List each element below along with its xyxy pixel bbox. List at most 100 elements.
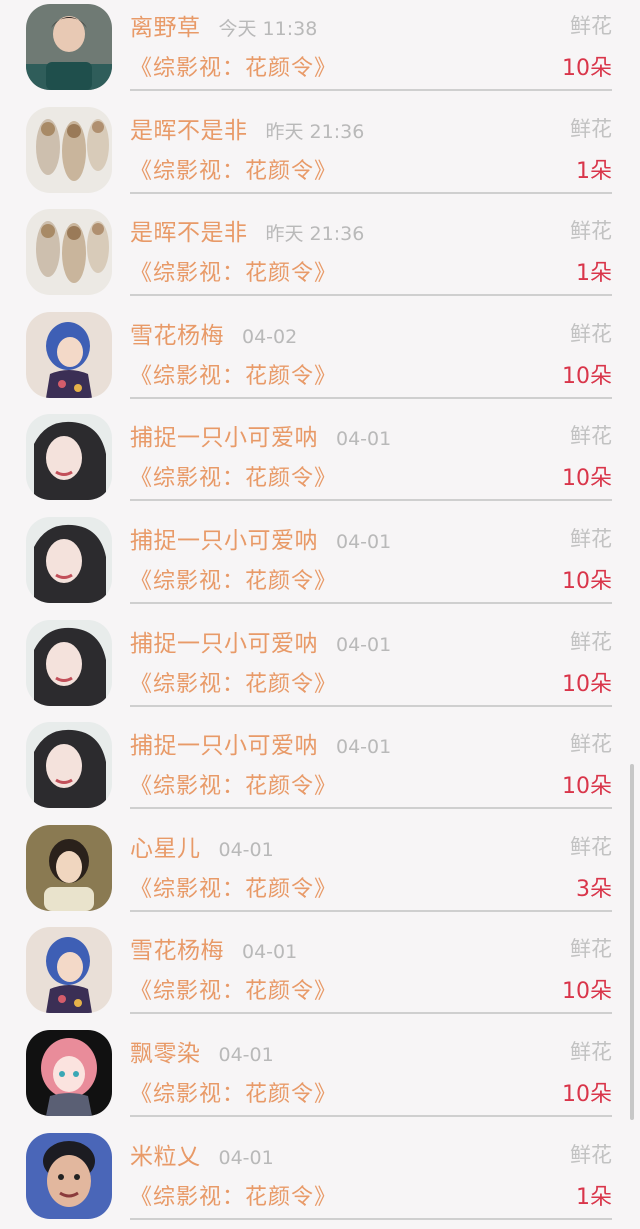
gift-amount: 10朵 <box>562 363 612 389</box>
gift-record-row[interactable]: 心星儿 04-01 鲜花 《综影视：花颜令》 3朵 <box>0 819 640 922</box>
user-name-line[interactable]: 捕捉一只小可爱呐 04-01 <box>130 624 391 658</box>
user-name[interactable]: 捕捉一只小可爱呐 <box>130 528 318 554</box>
timestamp: 04-01 <box>218 1043 274 1066</box>
timestamp: 04-01 <box>336 428 392 451</box>
user-name[interactable]: 离野草 <box>130 15 201 41</box>
gift-type-label: 鲜花 <box>570 1039 612 1064</box>
user-name[interactable]: 飘零染 <box>130 1041 201 1067</box>
user-name-line[interactable]: 米粒乂 04-01 <box>130 1137 274 1171</box>
gift-record-row[interactable]: 是晖不是非 昨天 21:36 鲜花 《综影视：花颜令》 1朵 <box>0 203 640 306</box>
book-title-link[interactable]: 《综影视：花颜令》 <box>130 1076 337 1108</box>
gift-type-label: 鲜花 <box>570 424 612 449</box>
divider <box>130 294 612 297</box>
gift-amount: 10朵 <box>562 774 612 800</box>
avatar[interactable] <box>26 824 112 911</box>
book-title-link[interactable]: 《综影视：花颜令》 <box>130 973 337 1005</box>
timestamp: 04-01 <box>336 736 392 759</box>
divider <box>130 1217 612 1220</box>
user-name[interactable]: 是晖不是非 <box>130 118 248 144</box>
book-title-link[interactable]: 《综影视：花颜令》 <box>130 871 337 903</box>
avatar-cats <box>26 209 112 296</box>
user-name[interactable]: 心星儿 <box>130 836 201 862</box>
gift-record-row[interactable]: 离野草 今天 11:38 鲜花 《综影视：花颜令》 10朵 <box>0 0 640 101</box>
avatar-woman-dark-hair <box>26 722 112 809</box>
user-name-line[interactable]: 飘零染 04-01 <box>130 1034 274 1068</box>
avatar[interactable] <box>26 1029 112 1116</box>
gift-type-label: 鲜花 <box>570 321 612 346</box>
avatar[interactable] <box>26 311 112 398</box>
avatar[interactable] <box>26 722 112 809</box>
user-name[interactable]: 捕捉一只小可爱呐 <box>130 425 318 451</box>
gift-amount: 1朵 <box>576 261 612 287</box>
user-name-line[interactable]: 捕捉一只小可爱呐 04-01 <box>130 726 391 760</box>
avatar[interactable] <box>26 4 112 90</box>
timestamp: 04-01 <box>218 1146 274 1169</box>
user-name-line[interactable]: 捕捉一只小可爱呐 04-01 <box>130 521 391 555</box>
timestamp: 04-01 <box>336 633 392 656</box>
gift-record-row[interactable]: 捕捉一只小可爱呐 04-01 鲜花 《综影视：花颜令》 10朵 <box>0 408 640 511</box>
user-name[interactable]: 米粒乂 <box>130 1144 201 1170</box>
divider <box>130 89 612 91</box>
divider <box>130 191 612 194</box>
gift-record-row[interactable]: 雪花杨梅 04-01 鲜花 《综影视：花颜令》 10朵 <box>0 921 640 1024</box>
avatar[interactable] <box>26 516 112 603</box>
gift-amount: 10朵 <box>562 979 612 1005</box>
gift-amount: 10朵 <box>562 466 612 492</box>
gift-record-row[interactable]: 飘零染 04-01 鲜花 《综影视：花颜令》 10朵 <box>0 1024 640 1127</box>
user-name-line[interactable]: 雪花杨梅 04-02 <box>130 316 297 350</box>
user-name[interactable]: 雪花杨梅 <box>130 323 224 349</box>
user-name[interactable]: 捕捉一只小可爱呐 <box>130 733 318 759</box>
user-name-line[interactable]: 是晖不是非 昨天 21:36 <box>130 111 364 145</box>
avatar[interactable] <box>26 927 112 1014</box>
gift-record-row[interactable]: 雪花杨梅 04-02 鲜花 《综影视：花颜令》 10朵 <box>0 306 640 409</box>
avatar[interactable] <box>26 619 112 706</box>
gift-record-row[interactable]: 捕捉一只小可爱呐 04-01 鲜花 《综影视：花颜令》 10朵 <box>0 614 640 717</box>
user-name[interactable]: 捕捉一只小可爱呐 <box>130 631 318 657</box>
gift-type-label: 鲜花 <box>570 14 612 38</box>
book-title-link[interactable]: 《综影视：花颜令》 <box>130 1179 337 1211</box>
user-name-line[interactable]: 离野草 今天 11:38 <box>130 8 317 42</box>
book-title-link[interactable]: 《综影视：花颜令》 <box>130 563 337 595</box>
user-name-line[interactable]: 捕捉一只小可爱呐 04-01 <box>130 418 391 452</box>
user-name-line[interactable]: 雪花杨梅 04-01 <box>130 931 297 965</box>
book-title-link[interactable]: 《综影视：花颜令》 <box>130 50 337 82</box>
divider <box>130 909 612 912</box>
gift-record-row[interactable]: 是晖不是非 昨天 21:36 鲜花 《综影视：花颜令》 1朵 <box>0 101 640 204</box>
user-name[interactable]: 雪花杨梅 <box>130 938 224 964</box>
book-title-link[interactable]: 《综影视：花颜令》 <box>130 768 337 800</box>
user-name-line[interactable]: 心星儿 04-01 <box>130 829 274 863</box>
user-name-line[interactable]: 是晖不是非 昨天 21:36 <box>130 213 364 247</box>
divider <box>130 601 612 604</box>
avatar-woman-dark-hair <box>26 619 112 706</box>
divider <box>130 704 612 707</box>
timestamp: 昨天 21:36 <box>265 223 365 246</box>
avatar-woman-dark-hair <box>26 414 112 501</box>
gift-amount: 3朵 <box>576 876 612 902</box>
gift-type-label: 鲜花 <box>570 526 612 551</box>
book-title-link[interactable]: 《综影视：花颜令》 <box>130 255 337 287</box>
book-title-link[interactable]: 《综影视：花颜令》 <box>130 666 337 698</box>
gift-record-list: 离野草 今天 11:38 鲜花 《综影视：花颜令》 10朵 是晖不是非 昨天 21:… <box>0 0 640 1229</box>
avatar[interactable] <box>26 1132 112 1219</box>
gift-record-row[interactable]: 捕捉一只小可爱呐 04-01 鲜花 《综影视：花颜令》 10朵 <box>0 511 640 614</box>
avatar-cats <box>26 106 112 193</box>
gift-record-row[interactable]: 捕捉一只小可爱呐 04-01 鲜花 《综影视：花颜令》 10朵 <box>0 716 640 819</box>
book-title-link[interactable]: 《综影视：花颜令》 <box>130 358 337 390</box>
avatar[interactable] <box>26 209 112 296</box>
scrollbar[interactable] <box>630 764 634 1120</box>
book-title-link[interactable]: 《综影视：花颜令》 <box>130 153 337 185</box>
timestamp: 今天 11:38 <box>218 18 318 40</box>
gift-type-label: 鲜花 <box>570 629 612 654</box>
gift-amount: 10朵 <box>562 568 612 594</box>
gift-amount: 1朵 <box>576 1184 612 1210</box>
gift-record-row[interactable]: 米粒乂 04-01 鲜花 《综影视：花颜令》 1朵 <box>0 1127 640 1229</box>
user-name[interactable]: 是晖不是非 <box>130 220 248 246</box>
timestamp: 04-01 <box>336 530 392 553</box>
divider <box>130 396 612 399</box>
avatar[interactable] <box>26 106 112 193</box>
gift-type-label: 鲜花 <box>570 1142 612 1167</box>
avatar[interactable] <box>26 414 112 501</box>
book-title-link[interactable]: 《综影视：花颜令》 <box>130 460 337 492</box>
gift-amount: 1朵 <box>576 158 612 184</box>
divider <box>130 1012 612 1015</box>
